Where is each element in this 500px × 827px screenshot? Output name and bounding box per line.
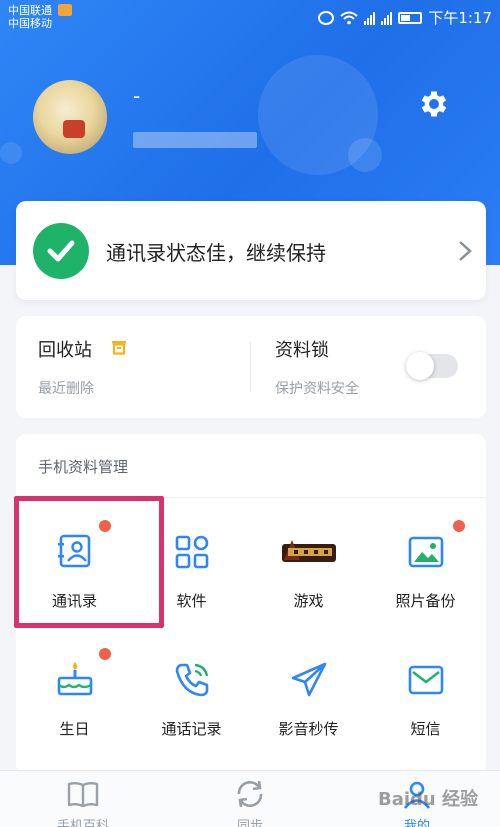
grid-item-media-transfer[interactable]: 影音秒传 [250, 628, 367, 748]
weibo-icon [58, 4, 72, 16]
phone-icon [175, 663, 209, 697]
grid-item-label: 游戏 [293, 592, 324, 610]
recycle-bin-title: 回收站 [38, 340, 92, 361]
username[interactable]: - [133, 84, 140, 108]
grid-item-label: 生日 [59, 720, 90, 738]
notification-dot [453, 520, 465, 532]
highlight-frame [14, 496, 164, 628]
mail-icon [408, 665, 444, 695]
settings-gear-icon[interactable] [417, 87, 451, 121]
nav-tab-sync[interactable]: 同步 [167, 771, 333, 827]
user-id-redacted [133, 132, 257, 148]
carrier-2: 中国移动 [8, 17, 52, 30]
grid-item-sms[interactable]: 短信 [367, 628, 484, 748]
recycle-bin-entry[interactable]: 回收站 最近删除 [16, 316, 251, 418]
grid-item-label: 照片备份 [395, 592, 456, 610]
battery-icon [398, 11, 423, 24]
grid-item-label: 通话记录 [161, 720, 222, 738]
grid-item-label: 短信 [410, 720, 441, 738]
tools-card: 回收站 最近删除 资料锁 保护资料安全 [16, 316, 486, 418]
grid-item-photo-backup[interactable]: 照片备份 [367, 500, 484, 620]
nav-tab-encyclopedia[interactable]: 手机百科 [0, 771, 166, 827]
wifi-icon [340, 11, 358, 24]
screen: 中国联通 中国移动 下午1:17 - 通讯录状态佳，继续保持 回收站 最近删除 [0, 0, 500, 827]
book-icon [67, 782, 99, 808]
photo-icon [408, 536, 444, 568]
health-status-text: 通讯录状态佳，继续保持 [106, 241, 326, 265]
chevron-right-icon [459, 241, 472, 261]
grid-item-birthday[interactable]: 生日 [16, 628, 133, 748]
contacts-health-card[interactable]: 通讯录状态佳，继续保持 [16, 201, 486, 300]
baidu-watermark: Baidu 经验 [378, 789, 479, 810]
send-icon [291, 662, 327, 697]
nav-tab-label: 手机百科 [56, 819, 109, 827]
avatar[interactable] [33, 80, 107, 154]
decor-bubble [348, 138, 382, 172]
apps-grid-icon [175, 535, 209, 569]
check-circle-icon [33, 223, 89, 279]
decor-bubble [0, 142, 22, 164]
status-indicators: 下午1:17 [318, 7, 492, 28]
grid-item-label: 影音秒传 [278, 720, 339, 738]
notification-dot [99, 648, 111, 660]
signal-icon [364, 11, 376, 25]
section-title: 手机资料管理 [38, 458, 129, 476]
signal-icon [381, 11, 393, 25]
grid-item-call-log[interactable]: 通话记录 [133, 628, 250, 748]
carrier-info: 中国联通 中国移动 [8, 4, 52, 30]
trash-icon [112, 341, 126, 355]
grid-item-games[interactable]: 游戏 [250, 500, 367, 620]
status-bar: 中国联通 中国移动 下午1:17 [0, 0, 500, 34]
recycle-bin-subtitle: 最近删除 [38, 381, 94, 397]
sync-icon [237, 780, 263, 808]
alarm-icon [318, 10, 335, 25]
cake-icon [57, 662, 93, 696]
data-lock-toggle[interactable] [406, 352, 458, 380]
data-lock-title: 资料锁 [275, 340, 329, 361]
data-lock-subtitle: 保护资料安全 [275, 381, 359, 397]
nav-tab-label: 同步 [236, 819, 263, 827]
data-management-card: 手机资料管理 通讯录 软件 游戏 照片备份 生日 通话记录 影音秒传 短信 [14, 434, 486, 774]
game-logo [282, 540, 336, 562]
carrier-1: 中国联通 [8, 4, 52, 17]
status-time: 下午1:17 [428, 9, 492, 27]
